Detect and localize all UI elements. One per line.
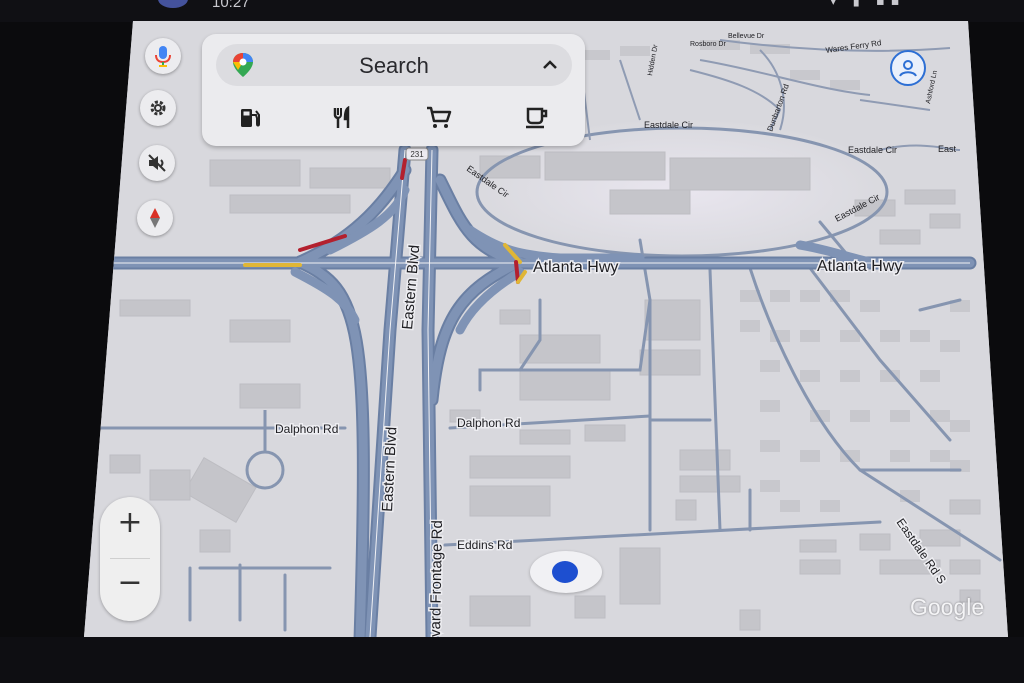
- coffee-icon: [526, 107, 548, 129]
- label-dalphon-rd-west: Dalphon Rd: [275, 422, 338, 436]
- location-dot: [552, 561, 578, 583]
- speaker-muted-icon: [148, 154, 166, 172]
- label-east: East: [938, 144, 957, 154]
- zoom-out-button[interactable]: −: [100, 565, 160, 621]
- google-logo: Google: [910, 594, 985, 620]
- route-shield-label: 231: [410, 150, 424, 159]
- route-shield: 231: [405, 147, 429, 161]
- search-card: Search: [202, 34, 585, 146]
- voice-search-button[interactable]: [145, 38, 181, 74]
- status-time: 10:27: [212, 0, 250, 11]
- gas-station-icon: [241, 109, 260, 127]
- gear-icon: [150, 100, 166, 116]
- category-grocery-button[interactable]: [419, 98, 459, 138]
- label-bellevue-dr: Bellevue Dr: [728, 33, 765, 40]
- zoom-divider: [110, 558, 150, 559]
- label-eastdale-cir-north: Eastdale Cir: [644, 120, 693, 130]
- shopping-cart-icon: [427, 106, 452, 128]
- zoom-in-button[interactable]: +: [100, 505, 160, 561]
- compass-button[interactable]: [137, 200, 173, 236]
- search-bar[interactable]: Search: [216, 44, 572, 86]
- status-icons: ▾ ▮ ▪▪: [830, 0, 906, 9]
- account-button[interactable]: [890, 50, 926, 86]
- category-restaurants-button[interactable]: [323, 98, 363, 138]
- zoom-controls: + −: [100, 497, 160, 621]
- assistant-indicator: [158, 0, 188, 8]
- label-eastdale-cir-northeast: Eastdale Cir: [848, 145, 897, 155]
- mute-button[interactable]: [139, 145, 175, 181]
- current-location-marker[interactable]: [530, 551, 602, 593]
- device-bottom-bezel: [0, 637, 1024, 683]
- label-rosboro-dr: Rosboro Dr: [690, 41, 726, 48]
- category-coffee-button[interactable]: [517, 98, 557, 138]
- label-frontage-rd: vard Frontage Rd: [427, 520, 446, 637]
- search-label: Search: [359, 53, 429, 78]
- settings-button[interactable]: [140, 90, 176, 126]
- category-gas-button[interactable]: [230, 98, 270, 138]
- account-circle-icon: [899, 60, 917, 77]
- restaurant-icon: [333, 106, 350, 128]
- label-atlanta-hwy-east: Atlanta Hwy: [817, 258, 902, 275]
- device-top-bezel: 10:27 ▾ ▮ ▪▪: [0, 0, 1024, 22]
- label-dalphon-rd-east: Dalphon Rd: [457, 416, 520, 430]
- label-eddins-rd: Eddins Rd: [457, 538, 512, 552]
- label-atlanta-hwy-west: Atlanta Hwy: [533, 259, 618, 276]
- chevron-up-icon[interactable]: [542, 60, 558, 70]
- compass-icon: [150, 208, 160, 228]
- microphone-icon: [155, 46, 171, 67]
- map-screen: 231 Atlanta Hwy Atlanta Hwy Eastern Blvd…: [84, 21, 1008, 637]
